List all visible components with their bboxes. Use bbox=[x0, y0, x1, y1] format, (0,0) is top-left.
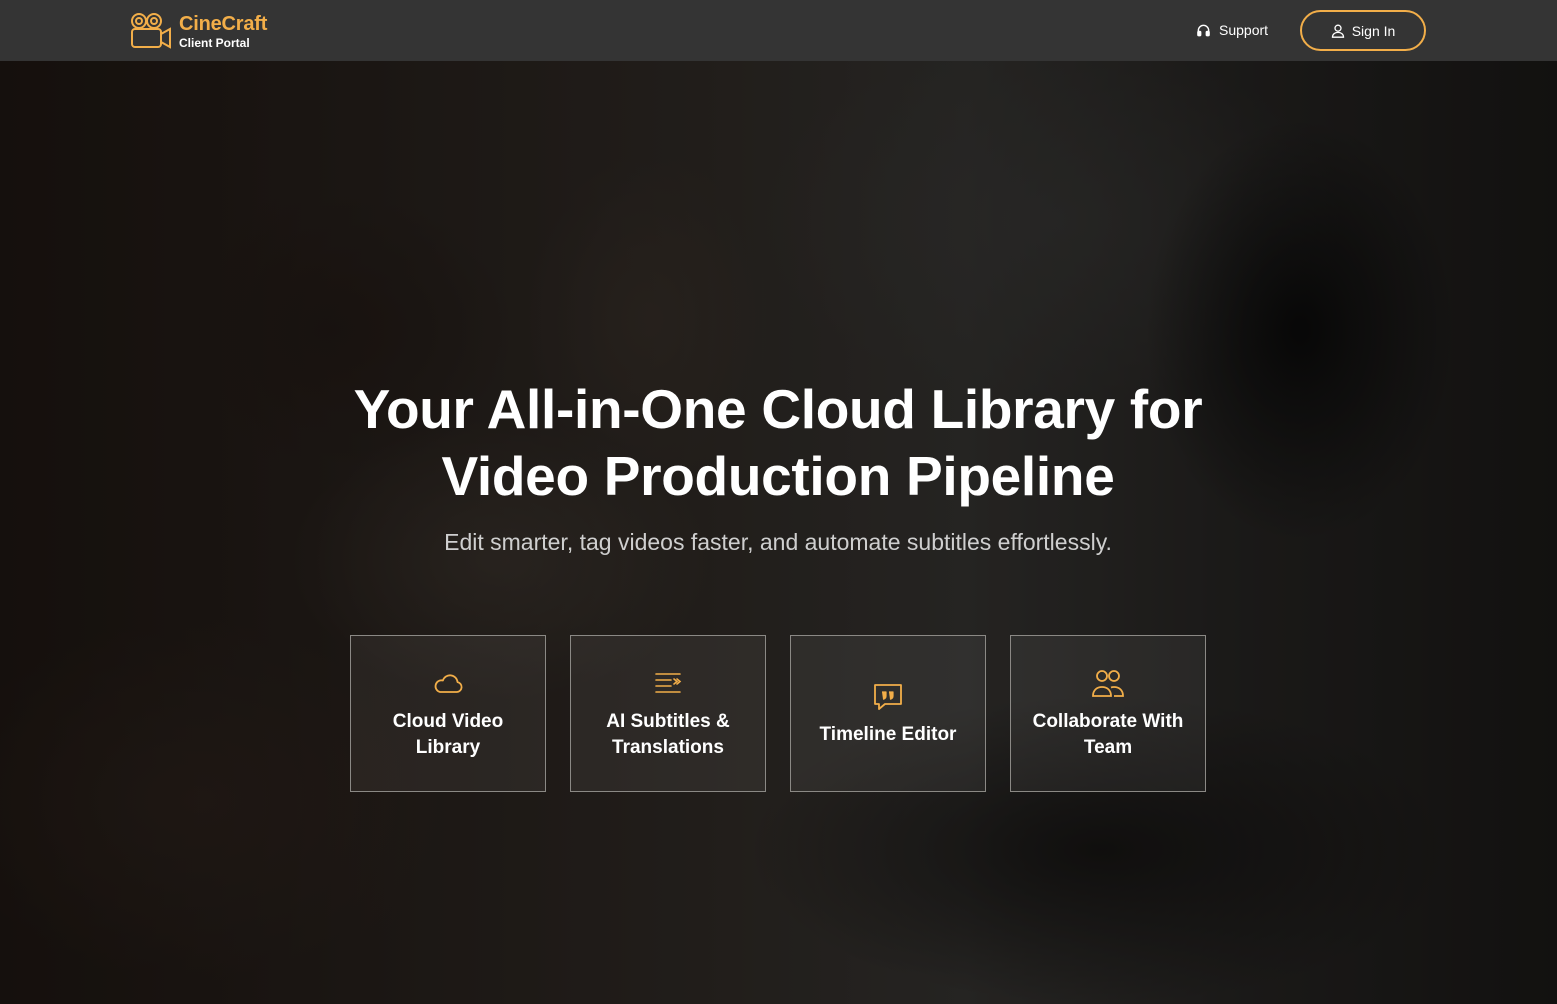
hero-title: Your All-in-One Cloud Library for Video … bbox=[353, 378, 1203, 507]
brand-logo-link[interactable]: CineCraft Client Portal bbox=[129, 11, 267, 51]
cloud-icon bbox=[434, 673, 463, 693]
support-link[interactable]: Support bbox=[1196, 19, 1268, 41]
brand-subtitle: Client Portal bbox=[179, 35, 250, 50]
sign-in-button[interactable]: Sign In bbox=[1300, 10, 1426, 51]
brand-name: CineCraft bbox=[179, 12, 268, 35]
feature-label: Timeline Editor bbox=[819, 723, 957, 745]
hero-subtitle: Edit smarter, tag videos faster, and aut… bbox=[444, 529, 1112, 555]
film-camera-icon bbox=[131, 13, 171, 49]
top-navigation-bar: CineCraft Client Portal Support Sign In bbox=[0, 0, 1557, 61]
subtitles-icon bbox=[655, 672, 682, 693]
sign-in-label: Sign In bbox=[1351, 22, 1396, 39]
support-label: Support bbox=[1219, 22, 1269, 38]
feature-label: AI Subtitles & Translations bbox=[606, 710, 730, 758]
feature-card-ai-subtitles[interactable]: AI Subtitles & Translations bbox=[570, 635, 766, 792]
feature-card-cloud-video-library[interactable]: Cloud Video Library bbox=[350, 635, 546, 792]
team-icon bbox=[1092, 669, 1124, 697]
feature-card-collaborate[interactable]: Collaborate With Team bbox=[1010, 635, 1206, 792]
feature-label: Cloud Video Library bbox=[392, 710, 504, 758]
feature-cards: Cloud Video Library AI Subtitles & Trans… bbox=[350, 635, 1206, 792]
quote-bubble-icon bbox=[874, 683, 902, 710]
user-icon bbox=[1331, 24, 1344, 38]
headset-icon bbox=[1197, 24, 1210, 36]
feature-label: Collaborate With Team bbox=[1032, 710, 1184, 758]
feature-card-timeline-editor[interactable]: Timeline Editor bbox=[790, 635, 986, 792]
